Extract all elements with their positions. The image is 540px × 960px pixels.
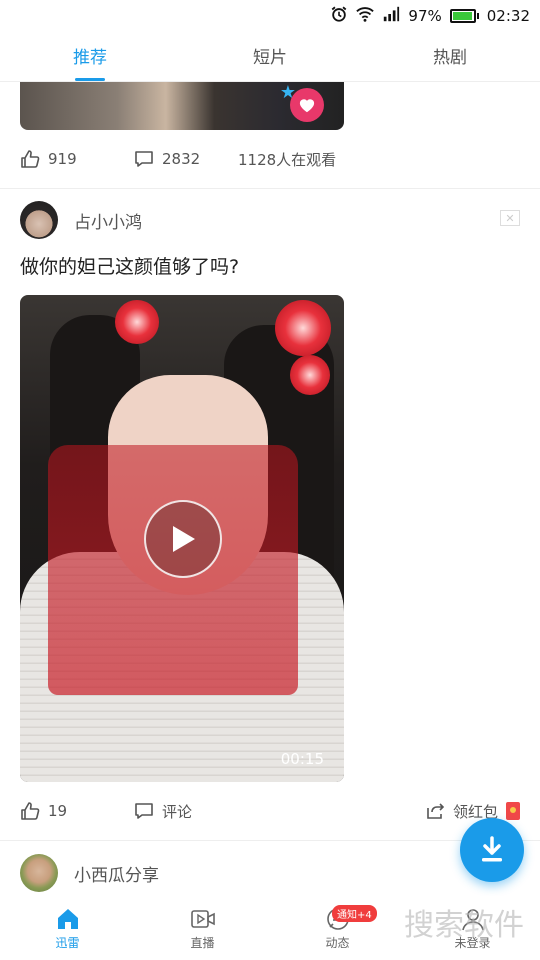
- nav-live[interactable]: 直播: [135, 896, 270, 960]
- comment-icon: [135, 803, 153, 819]
- comment-label: 评论: [162, 802, 193, 821]
- video-duration: 00:15: [280, 750, 324, 768]
- divider: [0, 188, 540, 189]
- download-button[interactable]: [460, 818, 524, 882]
- clock-time: 02:32: [486, 7, 530, 25]
- battery-percent: 97%: [408, 7, 442, 25]
- share-icon: [427, 803, 445, 819]
- like-count: 919: [48, 150, 77, 168]
- thumbs-up-icon: [21, 150, 40, 168]
- close-icon[interactable]: ✕: [500, 210, 520, 226]
- tab-recommend[interactable]: 推荐: [0, 36, 180, 81]
- heart-icon[interactable]: [290, 88, 324, 122]
- next-post-header: 小西瓜分享: [20, 853, 520, 893]
- nav-label: 直播: [190, 935, 215, 950]
- signal-icon: [382, 5, 400, 27]
- comment-button[interactable]: 评论: [134, 801, 394, 822]
- post-actions: 19 评论 领红包: [20, 796, 520, 826]
- post-header: 占小小鸿 ✕: [20, 200, 520, 240]
- author-name[interactable]: 占小小鸿: [74, 208, 142, 233]
- avatar[interactable]: [20, 201, 58, 239]
- post-caption: 做你的妲己这颜值够了吗?: [20, 256, 240, 278]
- red-envelope-icon: [506, 802, 520, 820]
- home-icon: [57, 908, 78, 929]
- nav-label: 迅雷: [55, 935, 80, 950]
- top-tab-bar: 推荐 短片 热剧: [0, 36, 540, 82]
- nav-label: 动态: [325, 935, 350, 950]
- nav-home[interactable]: 迅雷: [0, 896, 135, 960]
- video-player[interactable]: 00:15: [20, 295, 344, 782]
- previous-post-actions: 919 2832 1128人在观看: [20, 144, 520, 174]
- tab-short-films[interactable]: 短片: [180, 36, 360, 81]
- live-video-icon: [190, 909, 215, 928]
- status-icons: 97% 02:32: [330, 4, 530, 28]
- tab-hot-dramas[interactable]: 热剧: [360, 36, 540, 81]
- battery-icon: [449, 9, 479, 23]
- comment-count: 2832: [162, 150, 201, 168]
- play-button[interactable]: [144, 500, 222, 578]
- redpack-share-button[interactable]: 领红包: [425, 801, 520, 822]
- nav-feed[interactable]: 通知+4 动态: [270, 896, 405, 960]
- like-count: 19: [48, 802, 68, 820]
- status-bar: 97% 02:32: [0, 0, 540, 32]
- comment-button[interactable]: 2832: [134, 149, 238, 169]
- watermark: 搜索软件: [404, 908, 524, 943]
- thumbs-up-icon: [21, 802, 40, 820]
- avatar[interactable]: [20, 854, 58, 892]
- wifi-icon: [356, 5, 375, 27]
- like-button[interactable]: 919: [20, 149, 134, 169]
- divider: [0, 840, 540, 841]
- alarm-icon: [330, 5, 348, 27]
- previous-video-thumbnail[interactable]: ★: [20, 82, 344, 130]
- play-icon: [173, 526, 195, 552]
- viewer-count: 1128人在观看: [238, 150, 337, 169]
- download-icon: [482, 836, 502, 862]
- author-name[interactable]: 小西瓜分享: [74, 861, 159, 886]
- like-button[interactable]: 19: [20, 801, 134, 821]
- notification-badge: 通知+4: [332, 905, 377, 922]
- comment-icon: [135, 151, 153, 167]
